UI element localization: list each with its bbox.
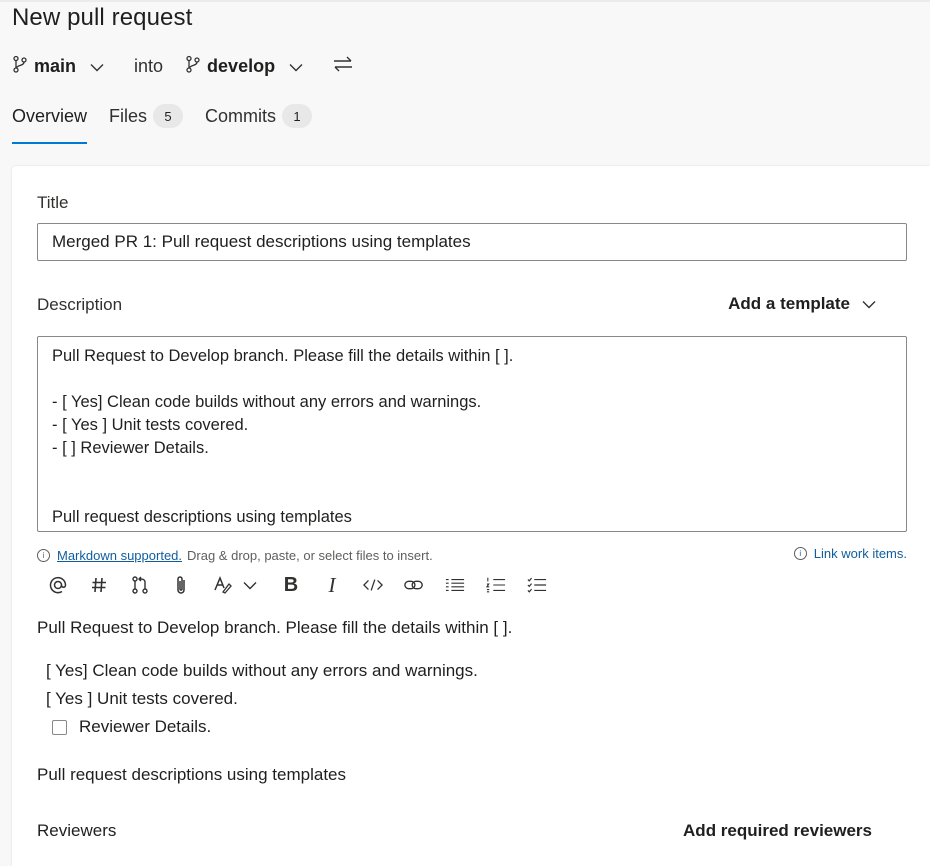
target-branch-dropdown[interactable]: develop — [185, 55, 303, 78]
chevron-down-icon — [90, 56, 104, 77]
highlight-icon[interactable] — [212, 573, 232, 597]
info-icon: i — [37, 548, 50, 562]
markdown-supported-link[interactable]: Markdown supported. — [57, 548, 182, 563]
link-work-items-label: Link work items. — [813, 546, 907, 561]
preview-task-item: Reviewer Details. — [52, 717, 211, 737]
task-checkbox[interactable] — [52, 720, 67, 736]
source-branch-dropdown[interactable]: main — [12, 55, 104, 78]
count-badge: 1 — [282, 104, 313, 128]
link-icon[interactable] — [404, 573, 424, 597]
swap-icon — [333, 56, 353, 77]
tab-overview[interactable]: Overview — [12, 100, 88, 144]
tab-files[interactable]: Files 5 — [109, 100, 184, 132]
bold-icon[interactable]: B — [281, 573, 301, 597]
description-textarea[interactable]: Pull Request to Develop branch. Please f… — [37, 336, 907, 532]
chevron-down-icon — [289, 56, 303, 77]
drag-drop-hint: Drag & drop, paste, or select files to i… — [187, 547, 433, 563]
branch-icon — [12, 55, 28, 78]
swap-branches-button[interactable] — [333, 56, 353, 77]
pr-form-card: Title Merged PR 1: Pull request descript… — [12, 166, 930, 866]
top-border — [0, 0, 930, 2]
add-required-reviewers-button[interactable]: Add required reviewers — [683, 821, 872, 841]
chevron-down-icon[interactable] — [240, 573, 260, 597]
branch-icon — [185, 55, 201, 78]
source-branch-name: main — [34, 55, 77, 76]
reviewers-row: Reviewers Add required reviewers — [37, 821, 907, 841]
checklist-icon[interactable] — [527, 573, 547, 597]
italic-icon[interactable]: I — [322, 573, 342, 597]
add-template-dropdown[interactable]: Add a template — [728, 294, 876, 314]
add-template-label: Add a template — [728, 294, 850, 313]
reviewers-label: Reviewers — [37, 821, 117, 840]
page-title: New pull request — [12, 4, 193, 31]
preview-footer: Pull request descriptions using template… — [37, 765, 346, 784]
pr-tabs: Overview Files 5 Commits 1 — [12, 100, 334, 144]
mention-icon[interactable] — [48, 573, 68, 597]
into-label: into — [134, 55, 164, 76]
bulleted-list-icon[interactable] — [445, 573, 465, 597]
preview-list-item: [ Yes ] Unit tests covered. — [46, 689, 238, 708]
branch-selector-row: main into develop — [12, 52, 353, 80]
numbered-list-icon[interactable] — [486, 573, 506, 597]
preview-paragraph: Pull Request to Develop branch. Please f… — [37, 618, 513, 637]
title-input[interactable]: Merged PR 1: Pull request descriptions u… — [37, 223, 907, 261]
markdown-toolbar: B I — [48, 572, 568, 598]
tab-commits[interactable]: Commits 1 — [205, 100, 313, 132]
description-label: Description — [37, 295, 123, 314]
markdown-hint-row: i Markdown supported. Drag & drop, paste… — [37, 546, 907, 564]
code-icon[interactable] — [363, 573, 383, 597]
task-label: Reviewer Details. — [79, 717, 212, 736]
link-work-items-link[interactable]: i Link work items. — [793, 546, 907, 561]
hash-icon[interactable] — [89, 573, 109, 597]
attachment-icon[interactable] — [171, 573, 191, 597]
title-label: Title — [37, 193, 69, 212]
tab-label: Files — [109, 105, 148, 126]
chevron-down-icon — [862, 294, 876, 314]
preview-list-item: [ Yes] Clean code builds without any err… — [46, 661, 478, 680]
info-icon: i — [793, 547, 807, 560]
pull-request-icon[interactable] — [130, 573, 150, 597]
tab-label: Commits — [205, 105, 277, 126]
target-branch-name: develop — [207, 55, 276, 76]
count-badge: 5 — [153, 104, 184, 128]
tab-label: Overview — [12, 105, 88, 126]
